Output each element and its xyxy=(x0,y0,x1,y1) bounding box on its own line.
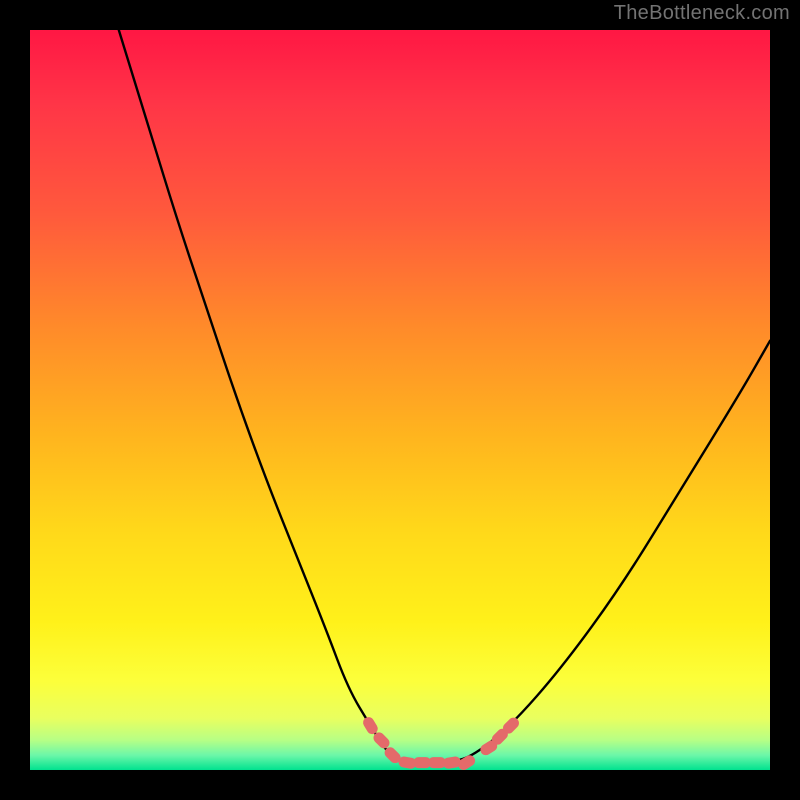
app-frame: TheBottleneck.com xyxy=(0,0,800,800)
plot-container xyxy=(30,30,770,770)
bottleneck-marker xyxy=(456,753,477,770)
bottleneck-markers-group xyxy=(361,715,521,770)
bottleneck-curve xyxy=(119,30,770,763)
plot-svg xyxy=(30,30,770,770)
attribution-label: TheBottleneck.com xyxy=(614,2,790,25)
